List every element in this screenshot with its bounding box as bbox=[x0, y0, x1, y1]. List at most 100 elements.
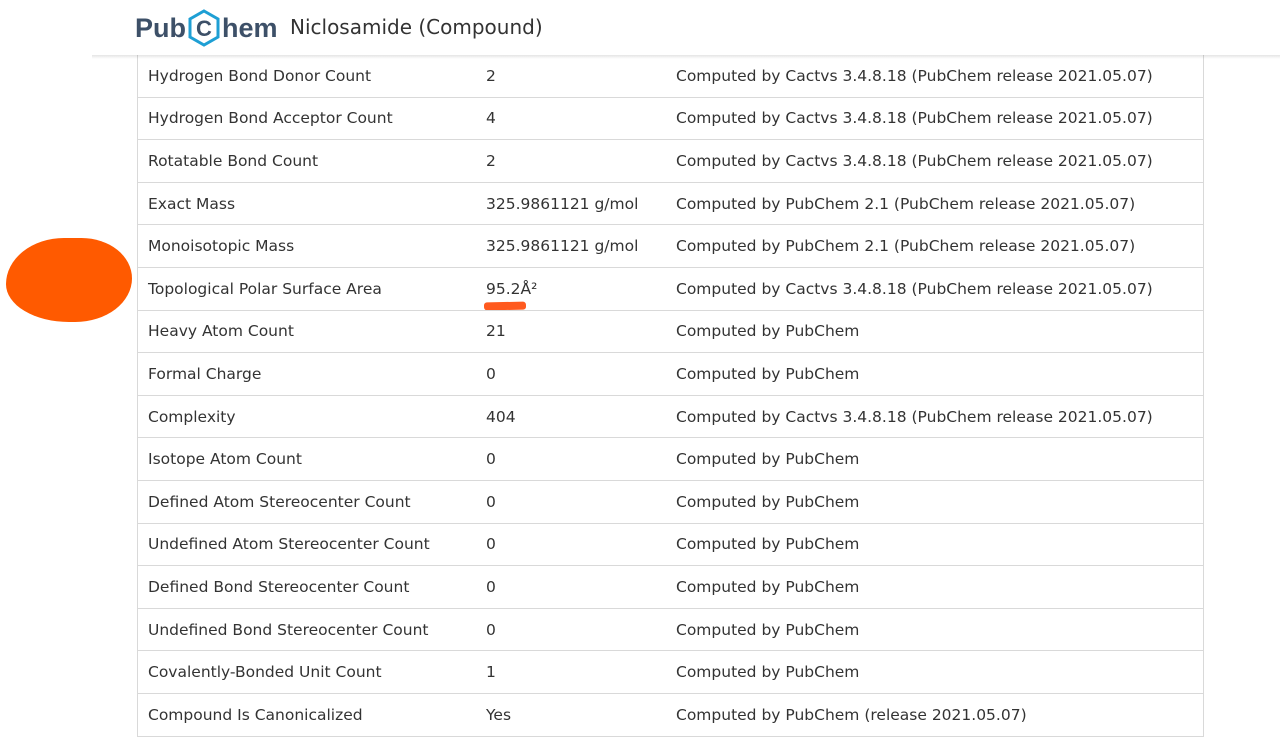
property-value-text: 2 bbox=[486, 66, 496, 85]
property-name: Hydrogen Bond Acceptor Count bbox=[138, 97, 476, 141]
property-name: Heavy Atom Count bbox=[138, 310, 476, 354]
table-row: Heavy Atom Count 21 Computed by PubChem bbox=[138, 310, 1203, 354]
property-value-cell: 4 bbox=[476, 97, 666, 141]
property-value: 0 bbox=[486, 365, 496, 383]
property-name: Monoisotopic Mass bbox=[138, 224, 476, 268]
property-value-text: 404 bbox=[486, 407, 516, 426]
property-name: Undefined Bond Stereocenter Count bbox=[138, 608, 476, 652]
computed-properties-table: Hydrogen Bond Donor Count 2 Computed by Ca… bbox=[137, 55, 1204, 737]
property-value-cell: 95.2Å² bbox=[476, 267, 666, 311]
property-reference: Computed by PubChem 2.1 (PubChem release… bbox=[666, 224, 1203, 268]
property-value: 404 bbox=[486, 408, 516, 426]
property-value-text: 0 bbox=[486, 364, 496, 383]
logo-text-right: hem bbox=[222, 12, 278, 43]
property-value: 325.9861121 g/mol bbox=[486, 237, 638, 255]
property-reference: Computed by PubChem (release 2021.05.07) bbox=[666, 693, 1203, 737]
property-value: 0 bbox=[486, 493, 496, 511]
table-row: Complexity 404 Computed by Cactvs 3.4.8.18… bbox=[138, 395, 1203, 439]
property-reference: Computed by Cactvs 3.4.8.18 (PubChem rel… bbox=[666, 55, 1203, 98]
table-row: Undefined Bond Stereocenter Count 0 Comput… bbox=[138, 608, 1203, 652]
property-value-text: 325.9861121 g/mol bbox=[486, 237, 639, 256]
property-value-text: 4 bbox=[486, 109, 496, 128]
property-value-cell: Yes bbox=[476, 693, 666, 737]
hexagon-c-icon: C bbox=[188, 9, 220, 47]
property-value: 2 bbox=[486, 67, 496, 85]
property-value-cell: 21 bbox=[476, 310, 666, 354]
page-title: Niclosamide (Compound) bbox=[290, 15, 543, 39]
highlight-underline bbox=[483, 301, 527, 310]
property-value: 0 bbox=[486, 578, 496, 596]
property-reference: Computed by Cactvs 3.4.8.18 (PubChem rel… bbox=[666, 97, 1203, 141]
property-name: Compound Is Canonicalized bbox=[138, 693, 476, 737]
property-value-text: Yes bbox=[486, 705, 512, 724]
property-reference: Computed by PubChem bbox=[666, 352, 1203, 396]
property-value-text: 2 bbox=[486, 151, 496, 170]
property-name: Topological Polar Surface Area bbox=[138, 267, 476, 311]
table-row: Monoisotopic Mass 325.9861121 g/mol Comput… bbox=[138, 224, 1203, 268]
property-value-text: 21 bbox=[486, 322, 506, 341]
property-value: 0 bbox=[486, 450, 496, 468]
property-reference: Computed by PubChem bbox=[666, 565, 1203, 609]
table-row: Defined Atom Stereocenter Count 0 Computed… bbox=[138, 480, 1203, 524]
property-value-text: 0 bbox=[486, 492, 496, 511]
property-value-cell: 0 bbox=[476, 437, 666, 481]
property-reference: Computed by Cactvs 3.4.8.18 (PubChem rel… bbox=[666, 395, 1203, 439]
property-name: Defined Atom Stereocenter Count bbox=[138, 480, 476, 524]
property-reference: Computed by PubChem bbox=[666, 608, 1203, 652]
table-row: Hydrogen Bond Donor Count 2 Computed by Ca… bbox=[138, 55, 1203, 98]
property-reference: Computed by PubChem bbox=[666, 437, 1203, 481]
redaction-scribble bbox=[6, 238, 132, 322]
pubchem-logo[interactable]: Pub C hem bbox=[135, 8, 278, 48]
header-shadow bbox=[92, 55, 1280, 59]
property-value-text: 0 bbox=[486, 620, 496, 639]
property-value-cell: 2 bbox=[476, 55, 666, 98]
property-value-cell: 1 bbox=[476, 650, 666, 694]
logo-text-left: Pub bbox=[135, 12, 186, 43]
property-value-cell: 325.9861121 g/mol bbox=[476, 182, 666, 226]
property-reference: Computed by PubChem bbox=[666, 650, 1203, 694]
app-header: Pub C hem Niclosamide (Compound) bbox=[0, 0, 1280, 55]
property-name: Defined Bond Stereocenter Count bbox=[138, 565, 476, 609]
table-row: Defined Bond Stereocenter Count 0 Computed… bbox=[138, 565, 1203, 609]
property-name: Isotope Atom Count bbox=[138, 437, 476, 481]
property-value-cell: 0 bbox=[476, 480, 666, 524]
property-value-cell: 325.9861121 g/mol bbox=[476, 224, 666, 268]
table-row: Rotatable Bond Count 2 Computed by Cactvs … bbox=[138, 139, 1203, 183]
table-row: Topological Polar Surface Area 95.2Å² Comp… bbox=[138, 267, 1203, 311]
property-name: Covalently-Bonded Unit Count bbox=[138, 650, 476, 694]
property-reference: Computed by Cactvs 3.4.8.18 (PubChem rel… bbox=[666, 139, 1203, 183]
property-reference: Computed by PubChem bbox=[666, 310, 1203, 354]
property-value-cell: 0 bbox=[476, 523, 666, 567]
property-value: 21 bbox=[486, 322, 506, 340]
table-row: Undefined Atom Stereocenter Count 0 Comput… bbox=[138, 523, 1203, 567]
property-value-cell: 0 bbox=[476, 565, 666, 609]
property-value: 1 bbox=[486, 663, 496, 681]
property-value-text: 0 bbox=[486, 450, 496, 469]
property-value-text: 325.9861121 g/mol bbox=[486, 194, 639, 213]
property-reference: Computed by PubChem bbox=[666, 480, 1203, 524]
property-name: Rotatable Bond Count bbox=[138, 139, 476, 183]
table-row: Formal Charge 0 Computed by PubChem bbox=[138, 352, 1203, 396]
property-value-cell: 404 bbox=[476, 395, 666, 439]
property-value-text: 1 bbox=[486, 663, 496, 682]
property-name: Formal Charge bbox=[138, 352, 476, 396]
property-value-cell: 0 bbox=[476, 352, 666, 396]
property-value: Yes bbox=[486, 706, 511, 724]
property-value-text: 0 bbox=[486, 577, 496, 596]
property-value-cell: 0 bbox=[476, 608, 666, 652]
property-name: Hydrogen Bond Donor Count bbox=[138, 55, 476, 98]
property-value: 325.9861121 g/mol bbox=[486, 195, 638, 213]
property-name: Complexity bbox=[138, 395, 476, 439]
table-body: Hydrogen Bond Donor Count 2 Computed by Ca… bbox=[138, 55, 1203, 737]
svg-text:C: C bbox=[196, 16, 212, 41]
property-value: 0 bbox=[486, 535, 496, 553]
table-row: Compound Is Canonicalized Yes Computed by … bbox=[138, 693, 1203, 737]
property-reference: Computed by PubChem bbox=[666, 523, 1203, 567]
table-row: Hydrogen Bond Acceptor Count 4 Computed by… bbox=[138, 97, 1203, 141]
property-value: 4 bbox=[486, 109, 496, 127]
property-name: Exact Mass bbox=[138, 182, 476, 226]
table-row: Covalently-Bonded Unit Count 1 Computed by… bbox=[138, 650, 1203, 694]
property-name: Undefined Atom Stereocenter Count bbox=[138, 523, 476, 567]
property-value-cell: 2 bbox=[476, 139, 666, 183]
table-row: Exact Mass 325.9861121 g/mol Computed by P… bbox=[138, 182, 1203, 226]
